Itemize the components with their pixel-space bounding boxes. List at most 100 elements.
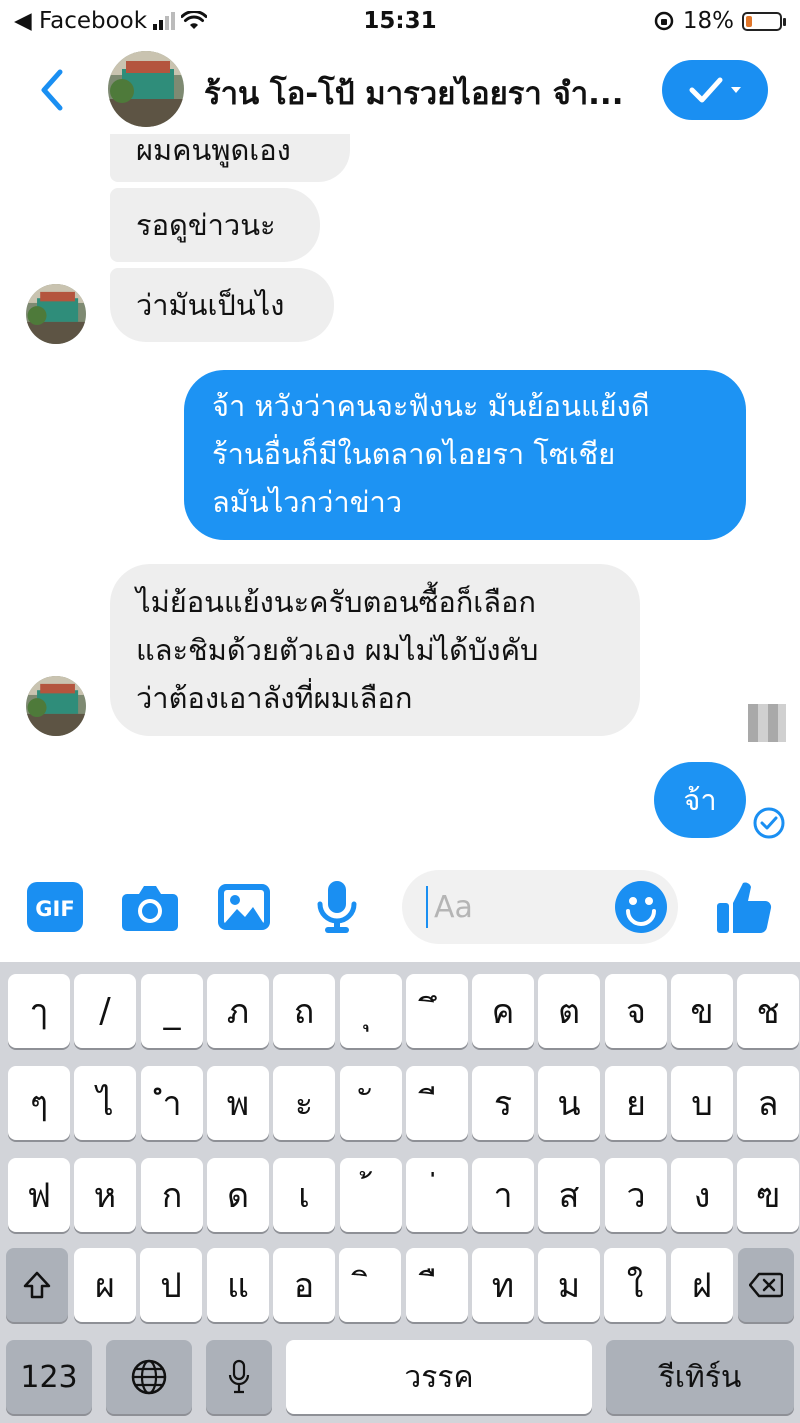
numbers-key[interactable]: 123	[6, 1340, 92, 1414]
dictation-key[interactable]	[206, 1340, 272, 1414]
message-bubble-received[interactable]: รอดูข่าวนะ	[110, 188, 320, 262]
message-input-field[interactable]	[402, 870, 678, 944]
key-row4-0[interactable]: ผ	[74, 1248, 136, 1322]
key-row4-8[interactable]: ใ	[604, 1248, 666, 1322]
mark-done-button[interactable]	[662, 60, 768, 120]
checkmark-icon	[689, 77, 723, 103]
key-row2-6[interactable]: ี	[406, 1066, 468, 1140]
chevron-down-icon	[731, 87, 741, 93]
voice-button[interactable]	[314, 878, 360, 936]
message-bubble-sent[interactable]: จ้า	[654, 762, 746, 838]
message-line: ลมันไวกว่าข่าว	[212, 485, 403, 519]
key-row1-11[interactable]: ช	[737, 974, 799, 1048]
numbers-key-label: 123	[20, 1359, 78, 1395]
key-row1-0[interactable]: ๅ	[8, 974, 70, 1048]
back-button[interactable]	[30, 64, 74, 116]
backspace-key[interactable]	[738, 1248, 794, 1322]
microphone-icon	[228, 1359, 250, 1394]
return-key[interactable]: รีเทิร์น	[606, 1340, 794, 1414]
key-row2-0[interactable]: ๆ	[8, 1066, 70, 1140]
message-bubble-received[interactable]: ว่ามันเป็นไง	[110, 268, 334, 342]
emoji-icon[interactable]	[614, 880, 668, 934]
thai-keyboard: ๅ/_ภถุึคตจขช ๆไำพะัีรนยบล ฟหกดเ้่าสวงฃ ผ…	[0, 962, 800, 1423]
key-row2-8[interactable]: น	[538, 1066, 600, 1140]
key-row2-4[interactable]: ะ	[273, 1066, 335, 1140]
image-icon	[218, 884, 270, 930]
backspace-icon	[749, 1272, 783, 1298]
key-row3-5[interactable]: ้	[340, 1158, 402, 1232]
key-row3-11[interactable]: ฃ	[737, 1158, 799, 1232]
shift-icon	[23, 1271, 51, 1299]
contact-avatar[interactable]	[108, 51, 184, 127]
message-bubble-received[interactable]: ไม่ย้อนแย้งนะครับตอนซื้อก็เลือก และชิมด้…	[110, 564, 640, 736]
battery-fill	[746, 15, 752, 27]
key-row2-10[interactable]: บ	[671, 1066, 733, 1140]
key-row3-7[interactable]: า	[472, 1158, 534, 1232]
key-row4-2[interactable]: แ	[207, 1248, 269, 1322]
like-button[interactable]	[714, 878, 774, 936]
key-row2-5[interactable]: ั	[340, 1066, 402, 1140]
return-key-label: รีเทิร์น	[658, 1359, 742, 1395]
key-row4-6[interactable]: ท	[472, 1248, 534, 1322]
space-key[interactable]: วรรค	[286, 1340, 592, 1414]
key-row1-3[interactable]: ภ	[207, 974, 269, 1048]
key-row1-1[interactable]: /	[74, 974, 136, 1048]
status-bar: ◀ Facebook 15:31 18%	[0, 0, 800, 48]
key-row2-9[interactable]: ย	[605, 1066, 667, 1140]
key-row1-6[interactable]: ึ	[406, 974, 468, 1048]
message-text: จ้า	[683, 783, 717, 817]
message-line: ร้านอื่นก็มีในตลาดไอยรา โซเชีย	[212, 437, 616, 471]
key-row1-8[interactable]: ต	[538, 974, 600, 1048]
globe-key[interactable]	[106, 1340, 192, 1414]
key-row4-3[interactable]: อ	[273, 1248, 335, 1322]
gif-icon: GIF	[27, 882, 83, 932]
camera-button[interactable]	[120, 878, 180, 936]
key-row3-2[interactable]: ก	[141, 1158, 203, 1232]
message-line: และชิมด้วยตัวเอง ผมไม่ได้บังคับ	[136, 633, 539, 667]
sender-avatar[interactable]	[26, 284, 86, 344]
key-row1-4[interactable]: ถ	[273, 974, 335, 1048]
key-row2-11[interactable]: ล	[737, 1066, 799, 1140]
key-row3-0[interactable]: ฟ	[8, 1158, 70, 1232]
space-key-label: วรรค	[404, 1359, 474, 1395]
key-row1-9[interactable]: จ	[605, 974, 667, 1048]
contact-name[interactable]: ร้าน โอ-โป้ มารวยไอยรา จำ...	[204, 68, 654, 118]
shift-key[interactable]	[6, 1248, 68, 1322]
key-row1-5[interactable]: ุ	[340, 974, 402, 1048]
message-line: ว่าต้องเอาลังที่ผมเลือก	[136, 681, 413, 715]
key-row4-5[interactable]: ื	[406, 1248, 468, 1322]
key-row2-7[interactable]: ร	[472, 1066, 534, 1140]
globe-icon	[131, 1359, 167, 1395]
key-row4-1[interactable]: ป	[140, 1248, 202, 1322]
key-row3-6[interactable]: ่	[406, 1158, 468, 1232]
photo-button[interactable]	[216, 878, 272, 936]
key-row4-7[interactable]: ม	[538, 1248, 600, 1322]
battery-icon	[742, 11, 786, 31]
key-row3-3[interactable]: ด	[207, 1158, 269, 1232]
message-text: รอดูข่าวนะ	[136, 208, 276, 242]
battery-percent: 18%	[682, 8, 734, 34]
thumbs-up-icon	[717, 882, 772, 934]
key-row3-9[interactable]: ว	[605, 1158, 667, 1232]
key-row1-10[interactable]: ข	[671, 974, 733, 1048]
message-thread[interactable]: ผมคนพูดเอง รอดูข่าวนะ ว่ามันเป็นไง จ้า ห…	[0, 134, 800, 854]
camera-icon	[122, 886, 178, 931]
message-bubble-sent[interactable]: จ้า หวังว่าคนจะฟังนะ มันย้อนแย้งดี ร้านอ…	[184, 370, 746, 540]
key-row3-1[interactable]: ห	[74, 1158, 136, 1232]
message-bubble-received[interactable]: ผมคนพูดเอง	[110, 134, 350, 182]
key-row3-8[interactable]: ส	[538, 1158, 600, 1232]
key-row2-1[interactable]: ไ	[74, 1066, 136, 1140]
key-row2-2[interactable]: ำ	[141, 1066, 203, 1140]
key-row3-10[interactable]: ง	[671, 1158, 733, 1232]
key-row4-9[interactable]: ฝ	[671, 1248, 733, 1322]
gif-button[interactable]: GIF	[26, 878, 84, 936]
key-row1-2[interactable]: _	[141, 974, 203, 1048]
message-text: ผมคนพูดเอง	[136, 134, 291, 167]
key-row2-3[interactable]: พ	[207, 1066, 269, 1140]
key-row3-4[interactable]: เ	[273, 1158, 335, 1232]
message-text: ว่ามันเป็นไง	[136, 288, 285, 322]
message-input[interactable]	[426, 886, 606, 928]
key-row1-7[interactable]: ค	[472, 974, 534, 1048]
sender-avatar[interactable]	[26, 676, 86, 736]
key-row4-4[interactable]: ิ	[339, 1248, 401, 1322]
